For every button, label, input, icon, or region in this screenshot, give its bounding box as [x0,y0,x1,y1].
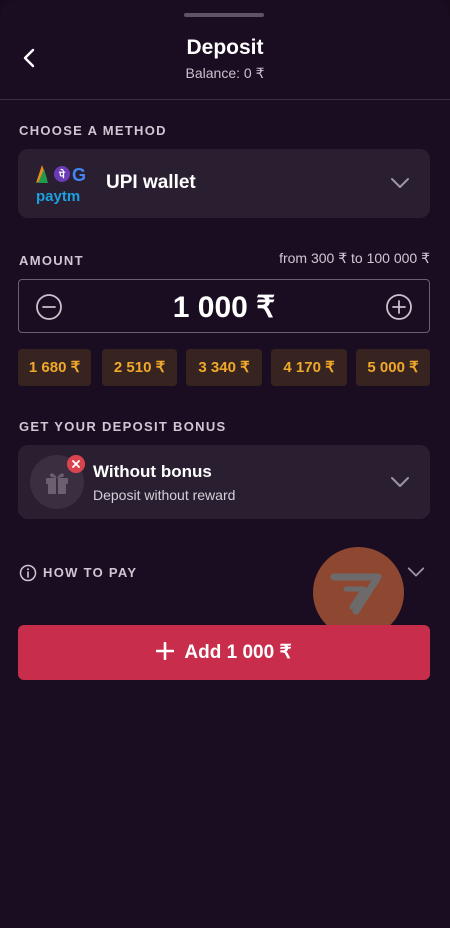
plus-circle-icon[interactable] [385,293,413,321]
bonus-section-label: GET YOUR DEPOSIT BONUS [19,419,227,434]
page-title: Deposit [186,36,264,59]
bonus-subtitle: Deposit without reward [93,487,236,503]
balance-text: Balance: 0 ₹ [185,65,265,81]
payment-method-select[interactable]: पे G paytm UPI wallet [18,149,430,218]
deposit-sheet: Deposit Balance: 0 ₹ CHOOSE A METHOD पे … [0,0,450,928]
method-section-label: CHOOSE A METHOD [19,123,167,138]
amount-preset-chip[interactable]: 5 000 ₹ [356,349,430,386]
close-badge-icon [67,455,85,473]
svg-text:paytm: paytm [36,188,80,205]
bonus-select[interactable]: Without bonus Deposit without reward [18,445,430,519]
info-icon [19,564,37,582]
bonus-title: Without bonus [93,462,212,481]
add-deposit-button[interactable]: Add 1 000 ₹ [18,625,430,680]
chevron-down-icon [407,567,425,577]
amount-preset-chip[interactable]: 1 680 ₹ [18,349,91,386]
amount-section-label: AMOUNT [19,253,84,268]
amount-stepper[interactable]: 1 000 ₹ [18,279,430,333]
plus-icon [156,642,175,660]
amount-preset-chip[interactable]: 4 170 ₹ [271,349,347,386]
amount-preset-chip[interactable]: 3 340 ₹ [186,349,262,386]
method-name: UPI wallet [106,172,196,193]
how-to-pay-label: HOW TO PAY [43,565,138,580]
brand-logo-icon [330,573,382,615]
header: Deposit Balance: 0 ₹ [0,0,450,100]
gift-icon [46,473,68,494]
add-button-label-row: Add 1 000 ₹ [18,641,430,664]
amount-value[interactable]: 1 000 ₹ [19,290,429,325]
amount-presets: 1 680 ₹ 2 510 ₹ 3 340 ₹ 4 170 ₹ 5 000 ₹ [18,349,430,386]
svg-text:G: G [72,165,86,185]
upi-paytm-logo: पे G paytm [36,165,86,205]
add-button-label: Add 1 000 ₹ [184,642,292,663]
chevron-down-icon [391,178,409,188]
amount-range: from 300 ₹ to 100 000 ₹ [279,250,430,266]
chevron-down-icon [391,477,409,487]
amount-preset-chip[interactable]: 2 510 ₹ [102,349,177,386]
